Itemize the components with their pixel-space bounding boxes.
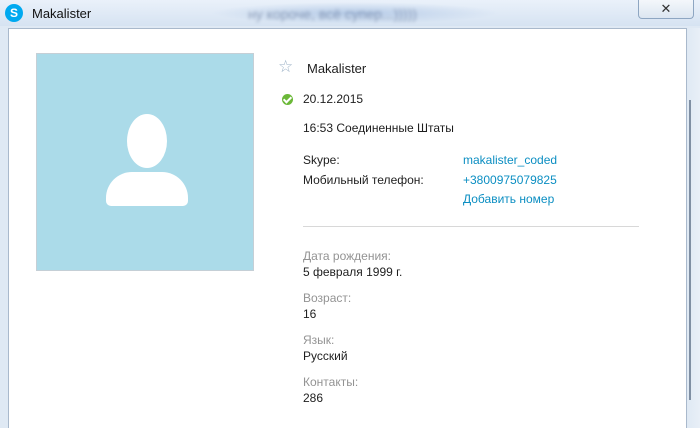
divider — [303, 226, 639, 227]
age-value: 16 — [303, 307, 317, 321]
skype-icon: S — [5, 4, 23, 22]
status-date: 20.12.2015 — [303, 92, 364, 106]
contact-name: Makalister — [307, 61, 367, 76]
language-label: Язык: — [303, 333, 335, 347]
local-time: 16:53 Соединенные Штаты — [303, 121, 454, 135]
contacts-value: 286 — [303, 391, 324, 405]
mobile-number-link[interactable]: +3800975079825 — [463, 173, 557, 187]
skype-label: Skype: — [303, 153, 340, 167]
add-number-link[interactable]: Добавить номер — [463, 192, 554, 206]
title-bar[interactable]: ну короче, всё супер...))))) S Makaliste… — [0, 0, 700, 26]
blurred-mood-text: ну короче, всё супер...))))) — [248, 6, 417, 22]
age-label: Возраст: — [303, 291, 352, 305]
birthday-value: 5 февраля 1999 г. — [303, 265, 403, 279]
skype-name-link[interactable]: makalister_coded — [463, 153, 557, 167]
contacts-label: Контакты: — [303, 375, 359, 389]
scrollbar[interactable] — [689, 100, 691, 400]
online-status-icon — [282, 94, 293, 105]
avatar-head-shape — [127, 114, 167, 168]
birthday-label: Дата рождения: — [303, 249, 391, 263]
favorite-star-icon[interactable]: ☆ — [278, 57, 293, 77]
window-title: Makalister — [32, 6, 92, 21]
close-button[interactable]: ✕ — [638, 0, 694, 19]
language-value: Русский — [303, 349, 348, 363]
window-frame: ну короче, всё супер...))))) S Makaliste… — [0, 0, 700, 428]
mobile-label: Мобильный телефон: — [303, 173, 424, 187]
avatar — [36, 53, 254, 271]
avatar-body-shape — [106, 172, 188, 206]
